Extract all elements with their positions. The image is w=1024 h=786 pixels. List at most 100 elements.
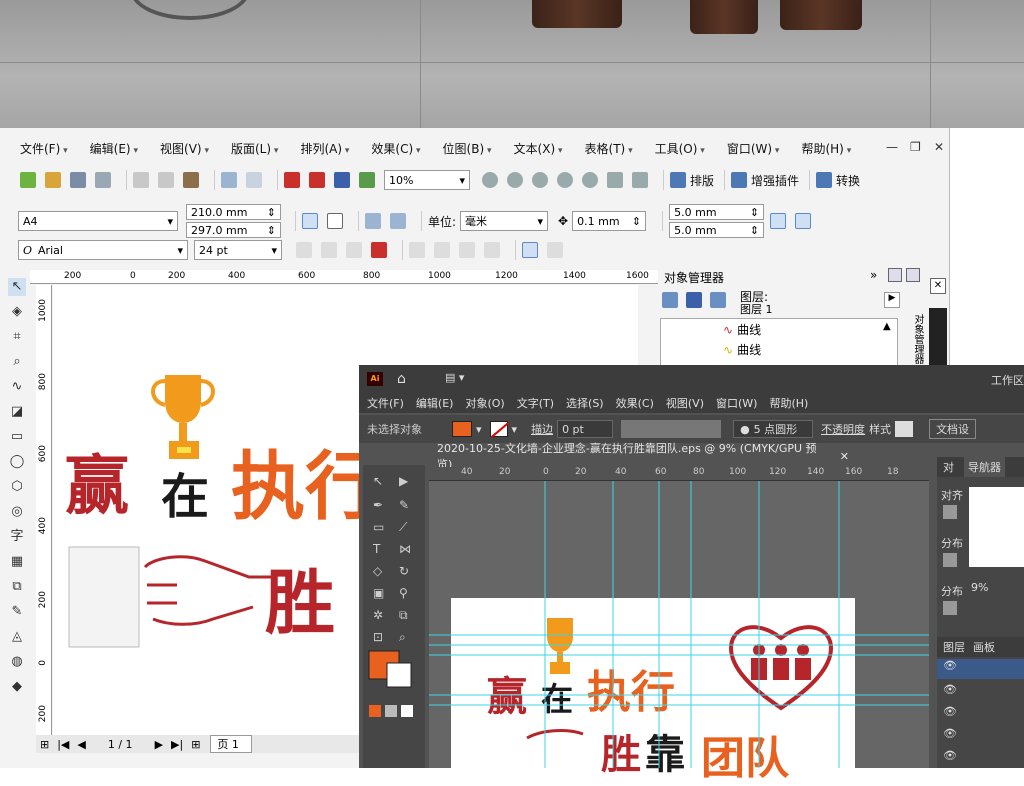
sort-icon[interactable] bbox=[359, 172, 375, 188]
workspace-switcher[interactable]: 工作区 bbox=[991, 372, 1024, 388]
ai-menu-type[interactable]: 文字(T) bbox=[517, 395, 554, 411]
menu-help[interactable]: 帮助(H) bbox=[801, 140, 851, 157]
zoom-in-icon[interactable] bbox=[482, 172, 498, 188]
artboards-tab[interactable]: 画板 bbox=[973, 639, 995, 655]
visibility-icon[interactable]: 👁 bbox=[943, 727, 957, 740]
zoom-selected-icon[interactable] bbox=[532, 172, 548, 188]
docker-tab[interactable]: 对象管理器 bbox=[910, 314, 925, 364]
menu-window[interactable]: 窗口(W) bbox=[727, 140, 780, 157]
last-page-icon[interactable]: ▶| bbox=[171, 738, 183, 751]
opacity-label[interactable]: 不透明度 bbox=[821, 421, 865, 437]
color-palette[interactable] bbox=[929, 308, 947, 368]
arrange-button[interactable]: 排版 bbox=[690, 172, 714, 189]
navigator-tab[interactable]: 导航器 bbox=[964, 457, 1005, 477]
add-page-after-icon[interactable]: ⊞ bbox=[191, 738, 200, 751]
menu-layout[interactable]: 版面(L) bbox=[231, 140, 278, 157]
font-size-select[interactable]: 24 pt ▾ bbox=[194, 240, 282, 260]
ellipse-tool-icon[interactable]: ◯ bbox=[8, 453, 26, 471]
polygon-tool-icon[interactable]: ⬡ bbox=[8, 478, 26, 496]
shape-tool-icon[interactable]: ◈ bbox=[8, 303, 26, 321]
add-page-icon[interactable]: ⊞ bbox=[40, 738, 49, 751]
duplicate-x-field[interactable]: 5.0 mm ⇕ bbox=[669, 204, 765, 220]
cut-icon[interactable] bbox=[133, 172, 149, 188]
visibility-icon[interactable]: 👁 bbox=[943, 705, 957, 718]
brush-select[interactable]: ● 5 点圆形 bbox=[733, 420, 814, 438]
edit-text-icon[interactable] bbox=[484, 242, 500, 258]
ai-menu-file[interactable]: 文件(F) bbox=[367, 395, 404, 411]
ai-document-tab[interactable]: 2020-10-25-文化墙-企业理念-赢在执行胜靠团队.eps @ 9% (C… bbox=[429, 442, 849, 471]
current-page-icon[interactable] bbox=[390, 213, 406, 229]
stroke-label[interactable]: 描边 bbox=[531, 421, 553, 437]
zoom-out-icon[interactable] bbox=[507, 172, 523, 188]
fill-swatch[interactable] bbox=[452, 421, 472, 437]
unit-select[interactable]: 毫米 ▾ bbox=[460, 211, 549, 231]
smart-fill-icon[interactable]: ◪ bbox=[8, 403, 26, 421]
zoom-tool-icon[interactable]: ⌕ bbox=[8, 353, 26, 371]
scroll-up-icon[interactable]: ▲ bbox=[883, 321, 891, 332]
distribute-spacing-icon[interactable] bbox=[943, 601, 957, 615]
open-icon[interactable] bbox=[45, 172, 61, 188]
page-size-select[interactable]: A4 ▾ bbox=[18, 211, 178, 231]
all-pages-icon[interactable] bbox=[365, 213, 381, 229]
pick-tool-icon[interactable]: ↖ bbox=[8, 278, 26, 296]
outline-tool-icon[interactable]: ◬ bbox=[8, 628, 26, 646]
text-align-icon[interactable] bbox=[371, 242, 387, 258]
visibility-icon[interactable]: 👁 bbox=[943, 659, 957, 672]
export-icon[interactable] bbox=[309, 172, 325, 188]
layers-tab[interactable]: 图层 bbox=[943, 639, 965, 655]
copy-icon[interactable] bbox=[158, 172, 174, 188]
zoom-page-icon[interactable] bbox=[582, 172, 598, 188]
menu-tools[interactable]: 工具(O) bbox=[655, 140, 705, 157]
menu-table[interactable]: 表格(T) bbox=[585, 140, 633, 157]
zoom-height-icon[interactable] bbox=[632, 172, 648, 188]
stroke-weight-field[interactable]: 0 pt bbox=[557, 420, 614, 438]
distribute-icon[interactable] bbox=[943, 553, 957, 567]
undo-icon[interactable] bbox=[221, 172, 237, 188]
fill-tool-icon[interactable]: ◍ bbox=[8, 653, 26, 671]
prev-page-icon[interactable]: ◀ bbox=[77, 738, 85, 751]
visibility-icon[interactable]: 👁 bbox=[943, 683, 957, 696]
horizontal-text-icon[interactable] bbox=[522, 242, 538, 258]
zoom-width-icon[interactable] bbox=[607, 172, 623, 188]
bullets-icon[interactable] bbox=[409, 242, 425, 258]
minimize-icon[interactable]: — bbox=[886, 140, 898, 154]
visibility-icon[interactable]: 👁 bbox=[943, 749, 957, 762]
menu-file[interactable]: 文件(F) bbox=[20, 140, 68, 157]
nudge-field[interactable]: 0.1 mm ⇕ bbox=[572, 211, 647, 231]
close-icon[interactable]: ✕ bbox=[934, 140, 944, 154]
portrait-icon[interactable] bbox=[302, 213, 318, 229]
bold-icon[interactable] bbox=[296, 242, 312, 258]
basic-shapes-icon[interactable]: ◎ bbox=[8, 503, 26, 521]
ai-menu-object[interactable]: 对象(O) bbox=[465, 395, 504, 411]
ai-menu-select[interactable]: 选择(S) bbox=[566, 395, 604, 411]
eyedropper-icon[interactable]: ✎ bbox=[8, 603, 26, 621]
rectangle-tool-icon[interactable]: ▭ bbox=[8, 428, 26, 446]
save-icon[interactable] bbox=[70, 172, 86, 188]
zoom-select[interactable]: 10% ▾ bbox=[384, 170, 470, 190]
expand-icon[interactable]: » bbox=[870, 268, 877, 282]
home-icon[interactable]: ⌂ bbox=[397, 371, 406, 387]
ai-menu-window[interactable]: 窗口(W) bbox=[716, 395, 757, 411]
table-tool-icon[interactable]: ▦ bbox=[8, 553, 26, 571]
zoom-all-icon[interactable] bbox=[557, 172, 573, 188]
align-left-icon[interactable] bbox=[943, 505, 957, 519]
edit-across-layers-icon[interactable] bbox=[686, 292, 702, 308]
menu-bitmap[interactable]: 位图(B) bbox=[443, 140, 492, 157]
page-width-field[interactable]: 210.0 mm ⇕ bbox=[186, 204, 281, 220]
ai-canvas[interactable]: 40 20 0 20 40 60 80 100 120 140 160 18 赢… bbox=[429, 467, 929, 784]
layer-manager-icon[interactable] bbox=[710, 292, 726, 308]
show-properties-icon[interactable] bbox=[662, 292, 678, 308]
tree-item[interactable]: ∿ 曲线 bbox=[723, 321, 761, 338]
redo-icon[interactable] bbox=[246, 172, 262, 188]
plugins-button[interactable]: 增强插件 bbox=[751, 172, 799, 189]
convert-button[interactable]: 转换 bbox=[836, 172, 860, 189]
next-page-icon[interactable]: ▶ bbox=[155, 738, 163, 751]
menu-edit[interactable]: 编辑(E) bbox=[90, 140, 138, 157]
text-properties-icon[interactable] bbox=[459, 242, 475, 258]
style-swatch[interactable] bbox=[895, 421, 914, 437]
snap-icon[interactable] bbox=[795, 213, 812, 229]
restore-icon[interactable]: ❐ bbox=[910, 140, 921, 154]
close-tab-icon[interactable]: ✕ bbox=[840, 450, 849, 463]
crop-tool-icon[interactable]: ⌗ bbox=[8, 328, 26, 346]
parallel-dimension-icon[interactable]: ⧉ bbox=[8, 578, 26, 596]
